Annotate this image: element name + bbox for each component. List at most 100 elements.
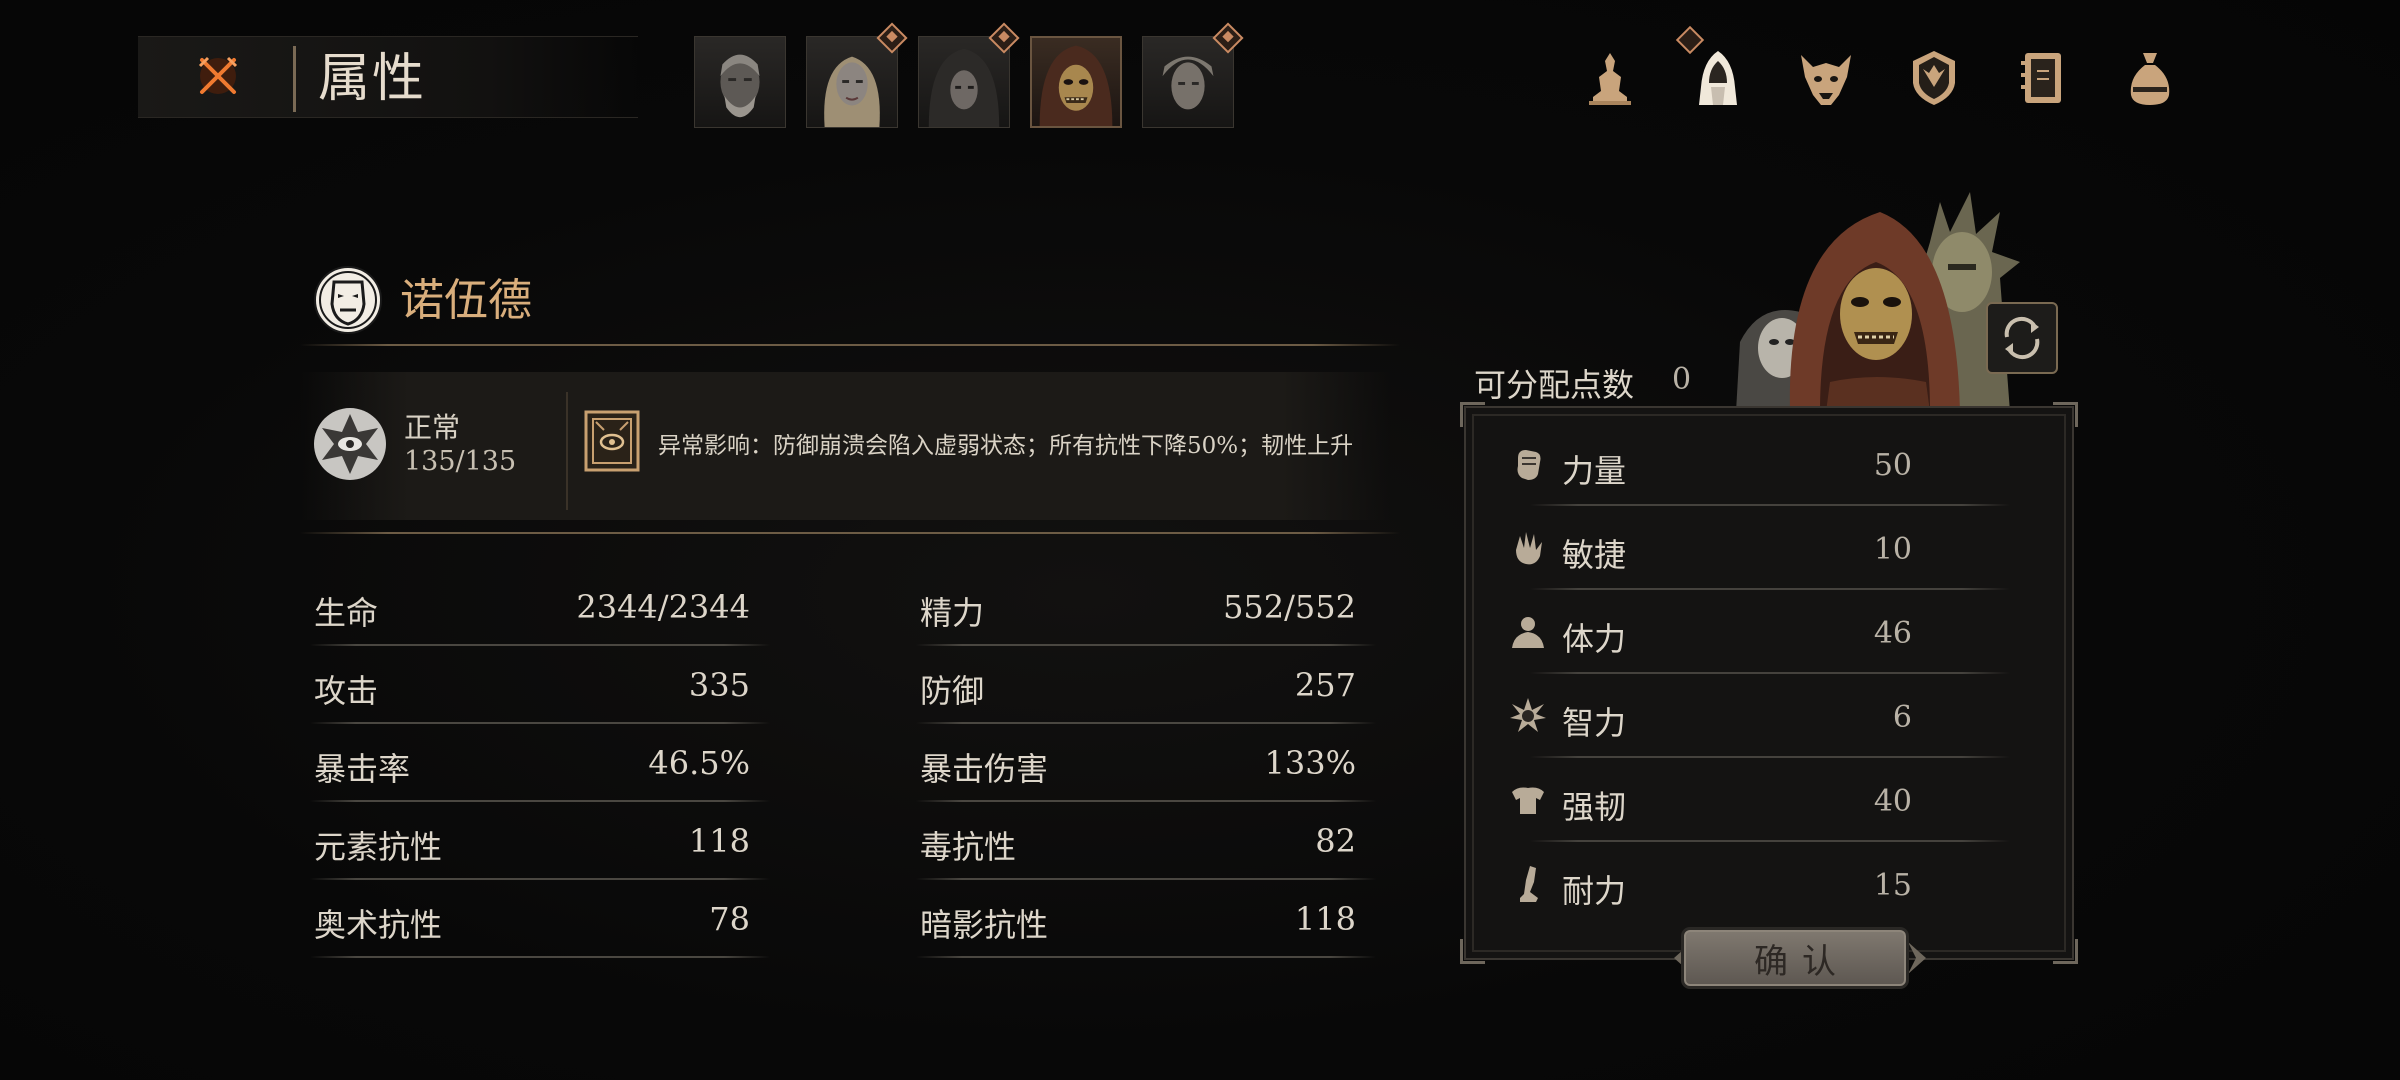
fist-icon (1517, 450, 1541, 480)
stat-label: 毒抗性 (920, 828, 1017, 866)
sanity-eye-icon (314, 408, 386, 480)
available-points-value: 0 (1672, 362, 1692, 397)
stat-value: 552/552 (1223, 588, 1356, 626)
available-points-label: 可分配点数 (1474, 366, 1635, 404)
portrait-blonde-woman[interactable] (806, 22, 908, 128)
row-divider (310, 800, 770, 802)
row-divider (310, 722, 770, 724)
stat-value: 257 (1294, 666, 1356, 704)
ornament-right-icon (1908, 942, 1926, 974)
confirm-button[interactable]: 确认 (1684, 930, 1906, 986)
burst-icon (1510, 698, 1546, 732)
portrait-masked-hooded[interactable] (1030, 36, 1122, 128)
panel-corner (1460, 402, 1485, 427)
stat-health: 生命 2344/2344 (310, 576, 770, 654)
row-divider (916, 644, 1376, 646)
old-man-portrait-image (720, 54, 760, 118)
refresh-icon (2004, 316, 2040, 360)
attribute-label: 体力 (1562, 620, 1627, 658)
attribute-value: 6 (1892, 700, 1912, 735)
stat-label: 暴击伤害 (920, 750, 1049, 788)
row-divider (916, 878, 1376, 880)
stat-label: 奥术抗性 (314, 906, 443, 944)
stat-value: 118 (1294, 900, 1356, 938)
stat-label: 防御 (920, 672, 985, 710)
stat-label: 暴击率 (314, 750, 411, 788)
journal-icon (2021, 53, 2061, 103)
coin-bag-icon (2130, 53, 2170, 105)
title-divider (293, 46, 296, 112)
stat-label: 攻击 (314, 672, 379, 710)
stat-poison-resist: 毒抗性 82 (916, 810, 1376, 888)
blonde-woman-portrait-image (824, 56, 880, 127)
attribute-label: 强韧 (1562, 788, 1627, 826)
attribute-value: 10 (1873, 532, 1912, 567)
tab-statue[interactable] (1568, 36, 1652, 120)
attribute-intelligence[interactable]: 智力 6 (1500, 674, 2040, 758)
swap-character-button[interactable] (1986, 302, 2058, 374)
page-title: 属性 (318, 49, 427, 109)
statue-icon (1589, 53, 1631, 105)
demon-mask-icon (1801, 55, 1851, 105)
attribute-endurance[interactable]: 耐力 15 (1500, 842, 2040, 926)
portrait-pale-man[interactable] (1142, 22, 1244, 128)
attribute-label: 力量 (1562, 452, 1627, 490)
stat-label: 生命 (314, 594, 379, 632)
stat-label: 暗影抗性 (920, 906, 1049, 944)
attribute-value: 50 (1873, 448, 1912, 483)
affliction-effect-icon[interactable] (584, 410, 640, 472)
armor-icon (1512, 787, 1544, 814)
stat-crit-damage: 暴击伤害 133% (916, 732, 1376, 810)
stat-value: 133% (1264, 744, 1356, 782)
attribute-label: 耐力 (1562, 872, 1627, 910)
portrait-old-man[interactable] (694, 36, 786, 128)
row-divider (310, 644, 770, 646)
row-divider (310, 956, 770, 958)
close-button[interactable] (190, 48, 246, 104)
tab-coin-bag[interactable] (2108, 36, 2192, 120)
status-value: 135/135 (404, 446, 517, 477)
character-name: 诺伍德 (400, 275, 532, 326)
row-divider (916, 800, 1376, 802)
stat-value: 118 (688, 822, 750, 860)
stat-value: 2344/2344 (576, 588, 750, 626)
tab-demon-mask[interactable] (1784, 36, 1868, 120)
affliction-effect-text: 异常影响：防御崩溃会陷入虚弱状态；所有抗性下降50%；韧性上升 (658, 433, 1354, 459)
attribute-value: 40 (1873, 784, 1912, 819)
stat-value: 46.5% (648, 744, 750, 782)
hooded-woman-portrait-image (928, 48, 1000, 127)
panel-corner (1460, 939, 1485, 964)
stat-arcane-resist: 奥术抗性 78 (310, 888, 770, 966)
attribute-value: 15 (1873, 868, 1912, 903)
mask-emblem-icon (314, 266, 382, 334)
row-divider (310, 878, 770, 880)
leg-icon (1520, 866, 1538, 902)
attribute-vitality[interactable]: 体力 46 (1500, 590, 2040, 674)
row-divider (916, 722, 1376, 724)
torso-icon (1512, 617, 1544, 648)
masked-hooded-portrait-image (1039, 45, 1113, 126)
character-portraits (694, 22, 1244, 130)
stat-attack: 攻击 335 (310, 654, 770, 732)
attribute-value: 46 (1873, 616, 1912, 651)
row-divider (916, 956, 1376, 958)
stat-value: 335 (688, 666, 750, 704)
stat-label: 精力 (920, 594, 985, 632)
stat-energy: 精力 552/552 (916, 576, 1376, 654)
stat-crit-rate: 暴击率 46.5% (310, 732, 770, 810)
status-divider (300, 532, 1400, 534)
portrait-hooded-woman[interactable] (918, 22, 1020, 128)
attribute-strength[interactable]: 力量 50 (1500, 422, 2040, 506)
tab-journal[interactable] (2000, 36, 2084, 120)
name-divider (300, 344, 1400, 346)
tab-hooded-figure[interactable] (1675, 25, 1760, 120)
status-separator (566, 392, 568, 510)
tab-shield-emblem[interactable] (1892, 36, 1976, 120)
attribute-label: 智力 (1562, 704, 1627, 742)
attribute-toughness[interactable]: 强韧 40 (1500, 758, 2040, 842)
hooded-figure-icon (1699, 51, 1737, 105)
stat-value: 78 (709, 900, 750, 938)
menu-tabs (1568, 25, 2192, 120)
shield-emblem-icon (1913, 51, 1955, 105)
attribute-agility[interactable]: 敏捷 10 (1500, 506, 2040, 590)
